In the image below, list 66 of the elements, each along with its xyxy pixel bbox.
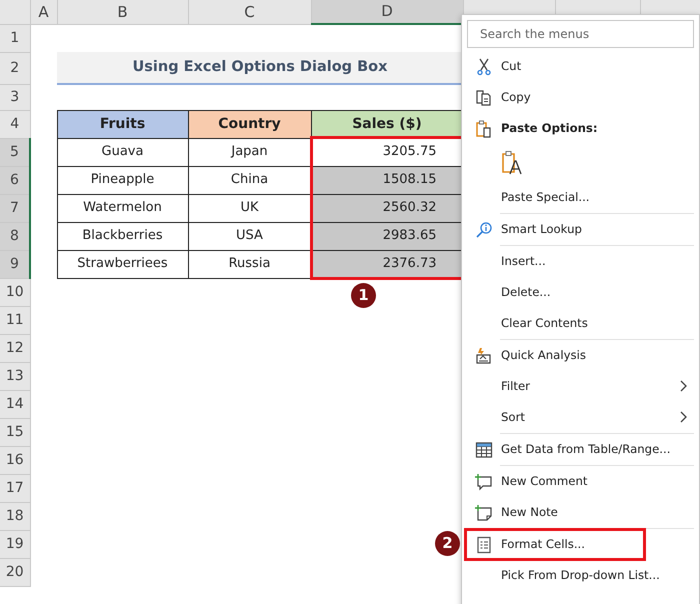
menu-heading: Paste Options: (501, 120, 598, 137)
row-header[interactable]: 10 (0, 278, 30, 306)
column-heading: Fruits (57, 110, 188, 138)
table-cell: Strawberriees (57, 250, 188, 278)
row-header[interactable]: 2 (0, 52, 30, 84)
table-cell: 2376.73 (311, 250, 463, 278)
row-header[interactable]: 11 (0, 306, 30, 334)
menu-item[interactable]: New Comment (501, 472, 588, 490)
menu-item[interactable]: Clear Contents (501, 314, 588, 332)
table-cell: 1508.15 (311, 166, 463, 194)
comment-icon (475, 472, 493, 490)
note-icon (475, 504, 493, 522)
row-header[interactable]: 14 (0, 390, 30, 418)
table-cell: Pineapple (57, 166, 188, 194)
menu-item[interactable]: Delete... (501, 284, 551, 302)
row-header[interactable]: 7 (0, 194, 30, 222)
row-header[interactable]: 15 (0, 418, 30, 446)
row-header[interactable]: 17 (0, 474, 30, 502)
sheet-title: Using Excel Options Dialog Box (57, 52, 463, 84)
row-header[interactable]: 3 (0, 84, 30, 110)
search-field[interactable]: Search the menus (467, 20, 694, 48)
menu-item[interactable]: Copy (501, 88, 531, 106)
column-header[interactable]: B (57, 0, 188, 24)
row-header[interactable]: 1 (0, 24, 30, 52)
row-header[interactable]: 9 (0, 250, 30, 278)
format-cells-icon (475, 536, 493, 554)
menu-item[interactable]: Sort (501, 408, 525, 426)
menu-item[interactable]: Paste Special... (501, 188, 590, 206)
column-header[interactable]: A (30, 0, 57, 24)
row-header[interactable]: 13 (0, 362, 30, 390)
row-header[interactable]: 6 (0, 166, 30, 194)
menu-item[interactable]: Pick From Drop-down List... (501, 566, 660, 584)
callout-marker: 1 (351, 283, 376, 308)
column-heading: Sales ($) (311, 110, 463, 138)
menu-item[interactable]: Quick Analysis (501, 346, 586, 364)
row-header[interactable]: 16 (0, 446, 30, 474)
row-header[interactable]: 8 (0, 222, 30, 250)
menu-item[interactable]: New Note (501, 504, 558, 522)
menu-item[interactable]: Smart Lookup (501, 220, 582, 238)
row-header[interactable]: 5 (0, 138, 30, 166)
table-icon (475, 440, 493, 458)
table-cell: Watermelon (57, 194, 188, 222)
table-cell: Blackberries (57, 222, 188, 250)
scissors-icon (475, 58, 493, 76)
row-header[interactable]: 4 (0, 110, 30, 138)
column-header[interactable]: C (188, 0, 311, 24)
row-header[interactable]: 20 (0, 558, 30, 586)
paste-values-icon[interactable] (501, 150, 523, 176)
callout-marker: 2 (435, 531, 460, 556)
table-cell: 2983.65 (311, 222, 463, 250)
menu-item[interactable]: Insert... (501, 252, 546, 270)
table-cell: Guava (57, 138, 188, 166)
menu-item[interactable]: Cut (501, 58, 522, 76)
lookup-icon (475, 220, 493, 238)
menu-item[interactable]: Get Data from Table/Range... (501, 440, 670, 458)
column-heading: Country (188, 110, 311, 138)
quick-analysis-icon (475, 346, 493, 364)
clipboard-icon (475, 120, 493, 138)
column-header[interactable]: D (311, 0, 463, 24)
copy-icon (475, 88, 493, 106)
menu-item[interactable]: Format Cells... (501, 536, 585, 554)
row-header[interactable]: 19 (0, 530, 30, 558)
menu-item[interactable]: Filter (501, 378, 530, 396)
table-cell: 2560.32 (311, 194, 463, 222)
row-header[interactable]: 12 (0, 334, 30, 362)
row-header[interactable]: 18 (0, 502, 30, 530)
